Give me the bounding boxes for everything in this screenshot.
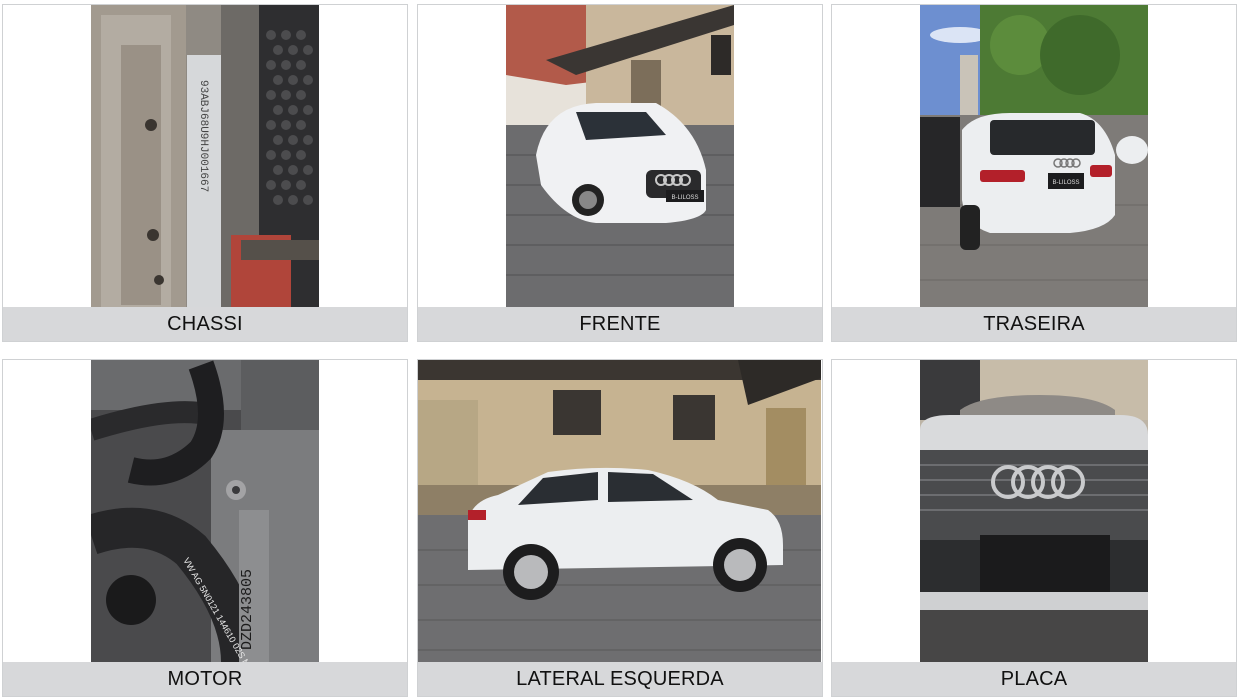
- license-plate-photo: [920, 360, 1148, 662]
- engine-number-text: DZD243805: [239, 569, 256, 650]
- rear-plate-text: B-LILOSS: [1052, 180, 1079, 186]
- vin-stamp-text: 93ABJ68U9HJ001667: [197, 80, 209, 192]
- car-left-side-photo: [418, 360, 821, 662]
- caption-lateral-esquerda: LATERAL ESQUERDA: [418, 662, 822, 696]
- photo-card-placa[interactable]: PLACA: [831, 359, 1237, 697]
- vin-plate-photo: 93ABJ68U9HJ001667: [91, 5, 319, 307]
- photo-card-frente[interactable]: B-LILOSS FRENTE: [417, 4, 823, 342]
- photo-card-motor[interactable]: DZD243805 VW AG 5N0121 144610 02S Made i…: [2, 359, 408, 697]
- car-rear-photo: B-LILOSS: [920, 5, 1148, 307]
- photo-card-chassi[interactable]: 93ABJ68U9HJ001667 CHASSI: [2, 4, 408, 342]
- caption-traseira: TRASEIRA: [832, 307, 1236, 341]
- car-front-photo: B-LILOSS: [506, 5, 734, 307]
- caption-chassi: CHASSI: [3, 307, 407, 341]
- photo-card-traseira[interactable]: B-LILOSS TRASEIRA: [831, 4, 1237, 342]
- caption-motor: MOTOR: [3, 662, 407, 696]
- engine-photo: DZD243805 VW AG 5N0121 144610 02S Made i…: [91, 360, 319, 662]
- caption-placa: PLACA: [832, 662, 1236, 696]
- front-plate-text: B-LILOSS: [671, 195, 698, 201]
- photo-card-lateral-esquerda[interactable]: LATERAL ESQUERDA: [417, 359, 823, 697]
- caption-frente: FRENTE: [418, 307, 822, 341]
